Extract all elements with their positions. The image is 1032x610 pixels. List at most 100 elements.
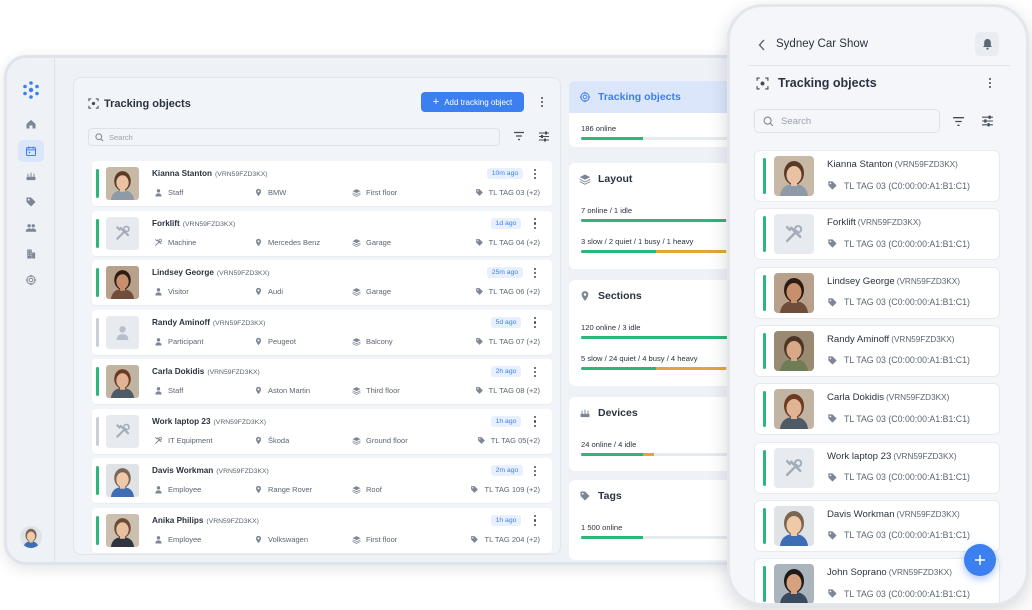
object-name[interactable]: Kianna Stanton (VRN59FZD3KX) (152, 169, 268, 178)
list-item[interactable]: Work laptop 23 (VRN59FZD3KX) TL TAG 03 (C… (754, 441, 1000, 494)
list-item[interactable]: Kianna Stanton (VRN59FZD3KX) TL TAG 03 (C… (754, 150, 1000, 202)
object-name[interactable]: Anika Philips (VRN59FZD3KX) (152, 516, 259, 525)
row-options-icon[interactable] (530, 365, 540, 379)
object-picture (774, 389, 814, 430)
user-avatar[interactable] (20, 526, 42, 548)
plus-icon (975, 555, 985, 565)
object-name[interactable]: Randy Aminoff (VRN59FZD3KX) (152, 318, 265, 327)
photo-avatar (774, 389, 814, 430)
table-row[interactable]: Lindsey George (VRN59FZD3KX) 25m ago Visi… (92, 260, 552, 305)
object-tag: TL TAG 03 (C0:00:00:A1:B1:C1) (827, 530, 970, 541)
card-stat-text: 5 slow / 24 quiet / 4 busy / 4 heavy (581, 354, 698, 363)
object-tag: TL TAG 08 (+2) (475, 386, 540, 395)
object-name[interactable]: Davis Workman (VRN59FZD3KX) (152, 466, 269, 475)
table-row[interactable]: Anika Philips (VRN59FZD3KX) 1h ago Employ… (92, 507, 552, 553)
settings-sliders-icon[interactable] (981, 115, 994, 127)
last-seen-badge: 5d ago (490, 316, 522, 328)
status-indicator (763, 158, 766, 194)
object-floor: Ground floor (352, 436, 408, 445)
list-item[interactable]: Lindsey George (VRN59FZD3KX) TL TAG 03 (C… (754, 266, 1000, 319)
object-picture (774, 564, 814, 603)
filter-icon[interactable] (952, 116, 965, 127)
row-options-icon[interactable] (530, 217, 540, 231)
pin-icon (255, 238, 262, 246)
nav-item-calendar[interactable] (18, 140, 44, 162)
list-item[interactable]: Forklift (VRN59FZD3KX) TL TAG 03 (C0:00:0… (754, 208, 1000, 261)
list-item[interactable]: Davis Workman (VRN59FZD3KX) TL TAG 03 (C0… (754, 499, 1000, 552)
object-tag: TL TAG 109 (+2) (470, 485, 540, 494)
object-code: (VRN59FZD3KX) (206, 517, 259, 525)
table-row[interactable]: Work laptop 23 (VRN59FZD3KX) 1h ago IT Eq… (92, 408, 552, 454)
nav-item-people[interactable] (21, 218, 41, 238)
object-picture (774, 214, 814, 255)
row-options-icon[interactable] (530, 266, 540, 280)
mobile-page-title: Tracking objects (778, 76, 877, 90)
target-icon (756, 77, 769, 90)
last-seen-badge: 1h ago (490, 415, 522, 427)
object-name[interactable]: Work laptop 23 (VRN59FZD3KX) (152, 417, 266, 426)
status-indicator (763, 274, 766, 311)
target-icon (25, 274, 37, 286)
photo-avatar (774, 330, 814, 371)
row-options-icon[interactable] (530, 167, 540, 181)
object-floor: Third floor (352, 386, 400, 395)
layers-icon (352, 238, 361, 247)
list-item[interactable]: Carla Dokidis (VRN59FZD3KX) TL TAG 03 (C0… (754, 383, 1000, 436)
object-code: (VRN59FZD3KX) (215, 171, 268, 178)
photo-avatar (106, 464, 139, 497)
object-type: Participant (154, 337, 203, 346)
tag-icon (828, 181, 837, 190)
table-row[interactable]: Carla Dokidis (VRN59FZD3KX) 2h ago Staff … (92, 359, 552, 404)
list-item[interactable]: John Soprano (VRN59FZD3KX) TL TAG 03 (C0:… (754, 558, 1000, 603)
tag-icon (475, 238, 483, 246)
table-row[interactable]: Kianna Stanton (VRN59FZD3KX) 10m ago Staf… (92, 161, 552, 206)
search-input[interactable]: Search (88, 128, 500, 146)
object-tag: TL TAG 07 (+2) (475, 337, 540, 346)
row-options-icon[interactable] (530, 316, 540, 330)
nav-item-router[interactable] (21, 166, 41, 186)
card-title: Devices (579, 407, 638, 419)
settings-sliders-icon[interactable] (538, 131, 550, 142)
row-options-icon[interactable] (530, 464, 540, 478)
add-tracking-object-button[interactable]: + Add tracking object (421, 92, 524, 112)
object-type: Employee (154, 485, 201, 494)
row-options-icon[interactable] (530, 514, 540, 528)
add-fab-button[interactable] (964, 544, 996, 576)
object-floor: Garage (352, 287, 391, 296)
divider (748, 65, 1010, 66)
object-name[interactable]: Lindsey George (VRN59FZD3KX) (152, 268, 269, 277)
table-row[interactable]: Forklift (VRN59FZD3KX) 1d ago Machine Mer… (92, 210, 552, 256)
object-location: Audi (254, 287, 283, 296)
object-location: Volkswagen (254, 535, 308, 544)
nav-item-home[interactable] (21, 114, 41, 134)
more-options-icon[interactable] (537, 95, 547, 109)
object-code: (VRN59FZD3KX) (213, 418, 267, 426)
tag-icon (828, 297, 837, 307)
nav-item-building[interactable] (21, 244, 41, 264)
back-arrow-icon[interactable] (758, 39, 766, 51)
app-logo-icon[interactable] (21, 80, 41, 100)
card-title: Tags (579, 490, 622, 502)
mobile-app-window: Sydney Car Show Tracking objects Search … (727, 4, 1029, 606)
mobile-search-input[interactable]: Search (754, 109, 940, 133)
object-name[interactable]: Forklift (VRN59FZD3KX) (152, 219, 235, 228)
object-name: Forklift (VRN59FZD3KX) (827, 217, 922, 229)
object-floor: Roof (352, 485, 382, 494)
tag-icon (580, 491, 590, 501)
layers-icon (352, 337, 361, 346)
row-options-icon[interactable] (530, 415, 540, 429)
person-icon (155, 337, 162, 345)
more-options-icon[interactable] (985, 76, 995, 90)
table-row[interactable]: Davis Workman (VRN59FZD3KX) 2m ago Employ… (92, 458, 552, 503)
status-indicator (763, 449, 766, 486)
notifications-button[interactable] (975, 32, 999, 56)
object-picture (106, 315, 139, 349)
table-row[interactable]: Randy Aminoff (VRN59FZD3KX) 5d ago Partic… (92, 309, 552, 355)
nav-item-tag[interactable] (21, 192, 41, 212)
filter-icon[interactable] (513, 131, 525, 141)
tools-icon (785, 458, 803, 476)
list-item[interactable]: Randy Aminoff (VRN59FZD3KX) TL TAG 03 (C0… (754, 324, 1000, 377)
nav-item-target[interactable] (21, 270, 41, 290)
object-name[interactable]: Carla Dokidis (VRN59FZD3KX) (152, 367, 260, 376)
object-type: Staff (154, 188, 183, 197)
